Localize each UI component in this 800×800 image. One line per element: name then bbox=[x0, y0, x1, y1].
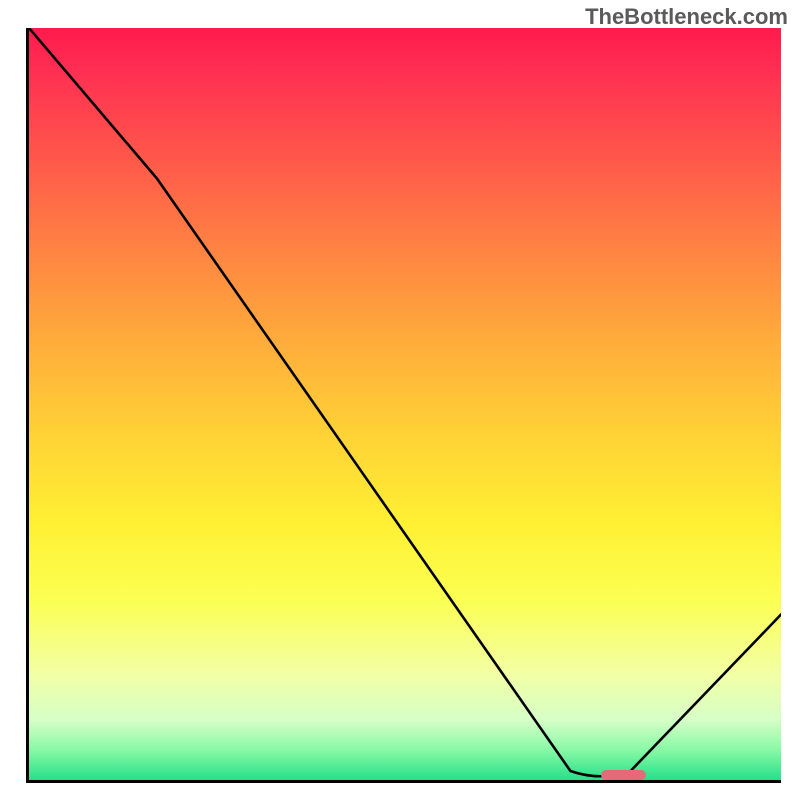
watermark-text: TheBottleneck.com bbox=[585, 4, 788, 30]
bottleneck-curve-path bbox=[29, 28, 781, 776]
optimal-marker bbox=[601, 770, 646, 780]
chart-container: TheBottleneck.com bbox=[0, 0, 800, 800]
curve-svg bbox=[29, 28, 781, 780]
plot-area bbox=[26, 28, 781, 783]
